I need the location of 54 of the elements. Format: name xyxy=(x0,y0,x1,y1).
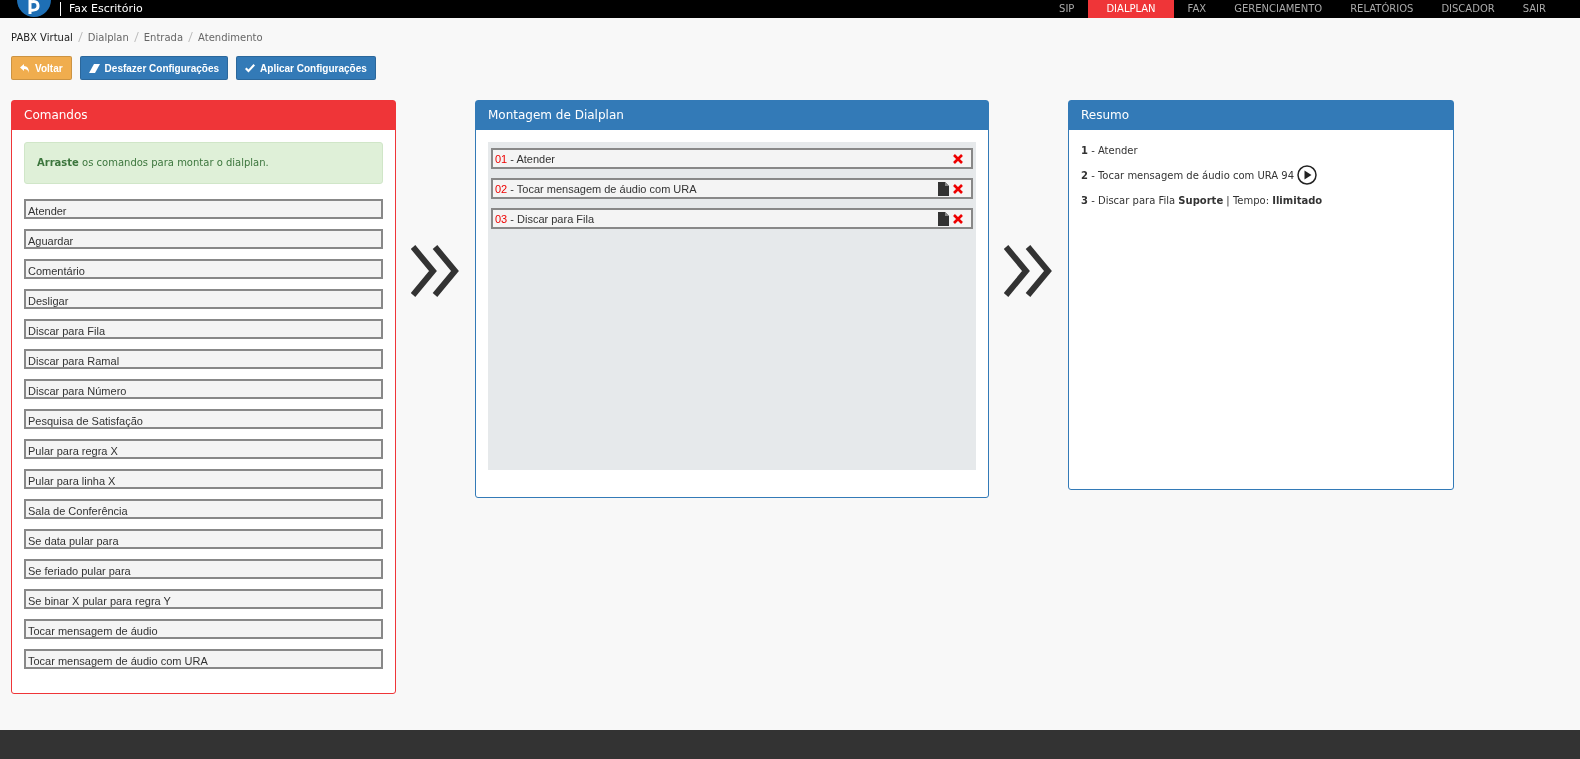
double-chevron-icon xyxy=(410,245,461,297)
summary-line: 3 - Discar para Fila Suporte | Tempo: Ilimitado xyxy=(1081,194,1323,206)
command-item[interactable]: Atender xyxy=(24,199,383,219)
breadcrumb-link[interactable]: Dialplan xyxy=(87,31,129,43)
command-item[interactable]: Discar para Número xyxy=(24,379,383,399)
delete-icon[interactable] xyxy=(953,153,963,164)
double-chevron-icon xyxy=(1003,245,1054,297)
eraser-icon xyxy=(88,63,100,73)
play-icon[interactable] xyxy=(1297,165,1318,185)
step-label: 01 - Atender xyxy=(495,152,556,165)
command-item[interactable]: Se binar X pular para regra Y xyxy=(24,589,383,609)
dialplan-step[interactable]: 03 - Discar para Fila xyxy=(491,208,973,229)
nav-item[interactable]: GERENCIAMENTO xyxy=(1220,0,1337,18)
check-icon xyxy=(245,63,256,73)
nav-item[interactable]: FAX xyxy=(1173,0,1221,18)
dialplan-step[interactable]: 02 - Tocar mensagem de áudio com URA xyxy=(491,178,973,199)
command-item[interactable]: Pesquisa de Satisfação xyxy=(24,409,383,429)
nav-item[interactable]: RELATÓRIOS xyxy=(1336,0,1428,18)
breadcrumb-link[interactable]: Entrada xyxy=(143,31,184,43)
command-item[interactable]: Aguardar xyxy=(24,229,383,249)
command-item[interactable]: Pular para linha X xyxy=(24,469,383,489)
hint-message: Arraste os comandos para montar o dialplan. xyxy=(24,142,383,184)
action-button[interactable]: Aplicar Configurações xyxy=(236,56,376,80)
brand-name: Fax Escritório xyxy=(60,2,143,16)
summary-line: 1 - Atender xyxy=(1081,144,1138,156)
breadcrumb-link[interactable]: PABX Virtual xyxy=(11,31,73,43)
breadcrumb-link[interactable]: Atendimento xyxy=(198,31,263,43)
nav-item[interactable]: SIP xyxy=(1045,0,1089,18)
delete-icon[interactable] xyxy=(953,183,963,194)
panel-title: Montagem de Dialplan xyxy=(476,101,988,130)
summary-line: 2 - Tocar mensagem de áudio com URA 94 xyxy=(1081,169,1295,181)
file-icon[interactable] xyxy=(938,181,949,196)
file-icon[interactable] xyxy=(938,211,949,226)
delete-icon[interactable] xyxy=(953,213,963,224)
nav-item[interactable]: DIALPLAN xyxy=(1088,0,1174,18)
action-button[interactable]: Desfazer Configurações xyxy=(79,56,229,80)
panel-title: Resumo xyxy=(1069,101,1453,130)
command-item[interactable]: Sala de Conferência xyxy=(24,499,383,519)
dialplan-step[interactable]: 01 - Atender xyxy=(491,148,973,169)
command-item[interactable]: Pular para regra X xyxy=(24,439,383,459)
step-label: 03 - Discar para Fila xyxy=(495,212,596,225)
command-item[interactable]: Tocar mensagem de áudio com URA xyxy=(24,649,383,669)
step-label: 02 - Tocar mensagem de áudio com URA xyxy=(495,182,698,195)
command-item[interactable]: Se feriado pular para xyxy=(24,559,383,579)
panel-title: Comandos xyxy=(12,101,395,130)
reply-arrow-icon xyxy=(20,63,30,73)
command-item[interactable]: Se data pular para xyxy=(24,529,383,549)
command-item[interactable]: Discar para Ramal xyxy=(24,349,383,369)
command-item[interactable]: Tocar mensagem de áudio xyxy=(24,619,383,639)
nav-item[interactable]: DISCADOR xyxy=(1427,0,1509,18)
command-item[interactable]: Discar para Fila xyxy=(24,319,383,339)
nav-item[interactable]: SAIR xyxy=(1508,0,1560,18)
command-item[interactable]: Desligar xyxy=(24,289,383,309)
command-item[interactable]: Comentário xyxy=(24,259,383,279)
